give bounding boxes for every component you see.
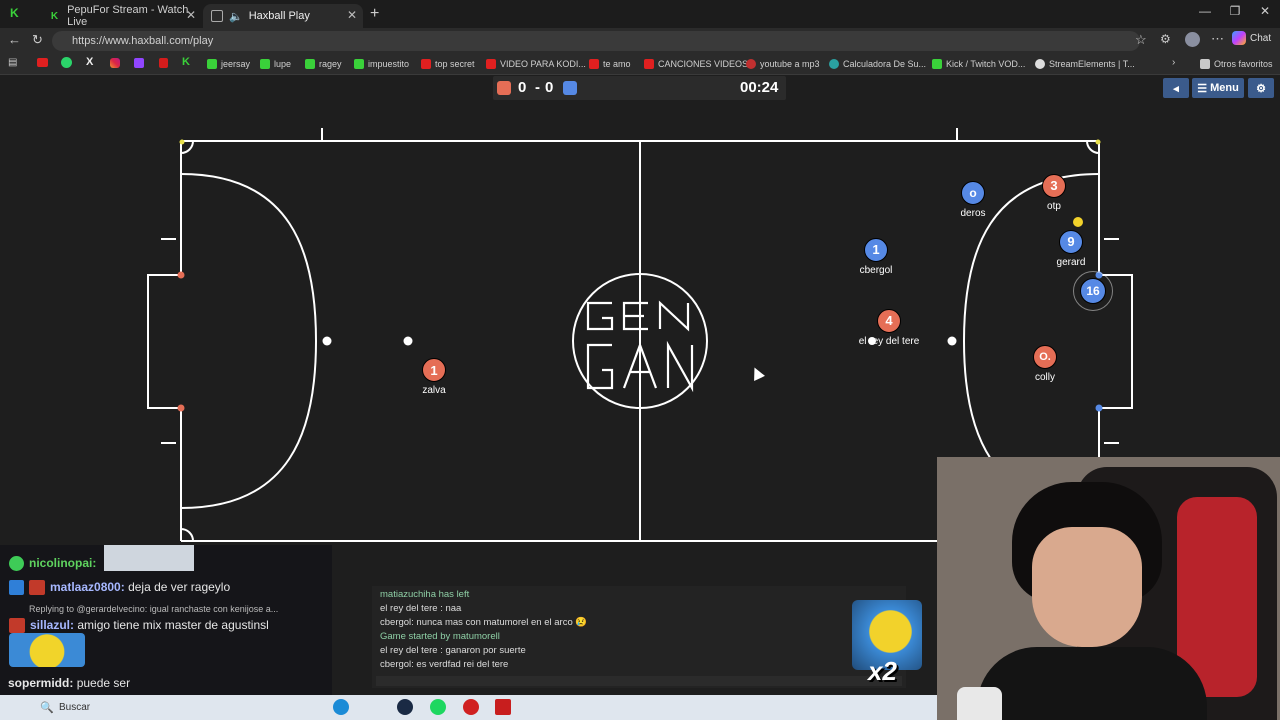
player-name: colly xyxy=(1034,372,1055,383)
player-name: zalva xyxy=(422,385,446,396)
spotify-icon[interactable] xyxy=(430,699,446,715)
microphone xyxy=(957,687,1002,720)
chat-message: sopermidd: puede ser xyxy=(8,676,131,690)
player-red-otp: 3 xyxy=(1042,174,1066,198)
reply-context: Replying to @gerardelvecino: igual ranch… xyxy=(29,604,279,614)
taskbar-search[interactable]: Buscar xyxy=(59,702,90,713)
chat-message: sillazul: amigo tiene mix master de agus… xyxy=(30,618,269,632)
game-chat-message: cbergol: nunca mas con matumorel en el a… xyxy=(380,617,588,628)
chat-message: matlaaz0800: deja de ver rageylo xyxy=(50,580,231,594)
app-icon[interactable] xyxy=(463,699,479,715)
game-chat-message: el rey del tere : ganaron por suerte xyxy=(380,645,526,656)
player-blue-16: 16 xyxy=(1080,278,1106,304)
webcam-feed xyxy=(937,457,1280,720)
edge-icon[interactable] xyxy=(333,699,349,715)
person-face xyxy=(1032,527,1142,647)
player-red-el-rey-del-tere: 4 xyxy=(877,309,901,333)
player-name: el rey del tere xyxy=(858,336,920,347)
video-app-icon[interactable] xyxy=(495,699,511,715)
verified-badge-icon xyxy=(9,556,24,571)
emote-image xyxy=(9,633,85,667)
player-blue-gerard: 9 xyxy=(1059,230,1083,254)
sub-badge-icon xyxy=(29,580,45,595)
player-red-colly: O. xyxy=(1033,345,1057,369)
sub-badge-icon xyxy=(9,618,25,633)
game-chat-message: cbergol: es verdfad rei del tere xyxy=(380,659,509,670)
game-chat-message: matiazuchiha has left xyxy=(380,589,470,600)
pickaxe-badge-icon xyxy=(9,580,24,595)
player-name: otp xyxy=(1047,201,1061,212)
game-chat-message: Game started by matumorell xyxy=(380,631,500,642)
emote-multiplier: x2 xyxy=(868,656,897,686)
webcam-thumbnail xyxy=(104,545,194,571)
game-chat-message: el rey del tere : naa xyxy=(380,603,462,614)
person-body xyxy=(977,647,1207,720)
player-blue-deros: o xyxy=(961,181,985,205)
player-red-zalva: 1 xyxy=(422,358,446,382)
steam-icon[interactable] xyxy=(397,699,413,715)
player-name: gerard xyxy=(1056,257,1086,268)
player-name: deros xyxy=(960,208,986,219)
search-icon[interactable]: 🔍 xyxy=(40,701,54,714)
player-name: cbergol xyxy=(859,265,893,276)
chat-username: nicolinopai: xyxy=(29,556,97,570)
game-chat-input[interactable] xyxy=(376,676,902,686)
player-blue-cbergol: 1 xyxy=(864,238,888,262)
